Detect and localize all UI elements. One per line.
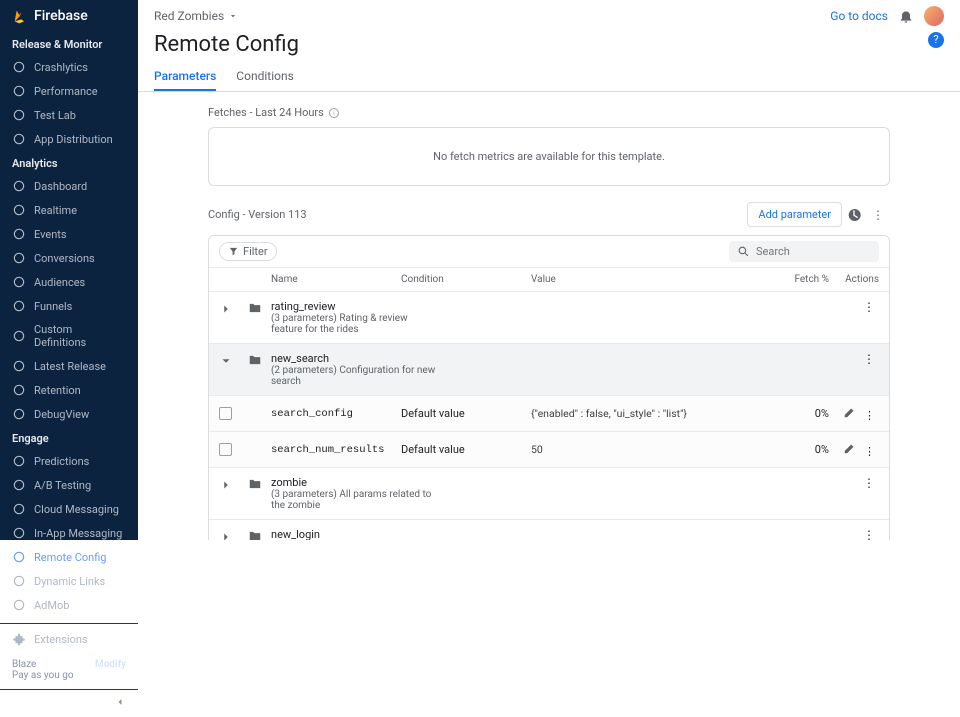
chevron-down-icon (228, 11, 238, 21)
group-row[interactable]: new_search(2 parameters) Configuration f… (209, 344, 889, 396)
sidebar-collapse[interactable] (0, 689, 138, 717)
param-checkbox[interactable] (219, 407, 232, 420)
brand-name: Firebase (34, 8, 88, 24)
puzzle-icon (12, 632, 26, 646)
content: Fetches - Last 24 Hours i No fetch metri… (138, 92, 960, 540)
param-checkbox[interactable] (219, 443, 232, 456)
edit-icon[interactable] (843, 405, 857, 419)
history-icon (846, 207, 862, 223)
sidebar-item-extensions[interactable]: Extensions (0, 623, 138, 651)
config-menu[interactable]: ⋮ (866, 203, 890, 227)
plan-footer: Blaze Modify Pay as you go (0, 651, 138, 689)
sidebar-section-release: Release & Monitor (0, 32, 138, 55)
chevron-left-icon (114, 696, 126, 708)
avatar[interactable] (924, 6, 944, 26)
chevron-down-icon[interactable] (219, 354, 233, 368)
params-table: Filter Name Condition Value Fetch % Acti… (208, 235, 890, 540)
help-icon[interactable]: ? (928, 32, 944, 48)
sidebar-item-predictions[interactable]: Predictions (0, 449, 138, 473)
folder-icon (247, 301, 263, 315)
tab-parameters[interactable]: Parameters (154, 63, 216, 91)
sidebar-item-app-distribution[interactable]: App Distribution (0, 127, 138, 151)
sidebar-item-test-lab[interactable]: Test Lab (0, 103, 138, 127)
add-parameter-button[interactable]: Add parameter (747, 202, 842, 227)
sidebar-item-admob[interactable]: AdMob (0, 593, 138, 617)
docs-link[interactable]: Go to docs (830, 9, 888, 23)
sidebar-item-custom-definitions[interactable]: Custom Definitions (0, 318, 138, 354)
metrics-card: No fetch metrics are available for this … (208, 127, 890, 186)
tabs: Parameters Conditions (138, 63, 960, 92)
group-menu[interactable]: ⋮ (859, 352, 879, 366)
folder-icon (247, 353, 263, 367)
info-icon[interactable]: i (328, 107, 340, 119)
sidebar-item-crashlytics[interactable]: Crashlytics (0, 55, 138, 79)
modify-plan[interactable]: Modify (95, 659, 126, 670)
project-selector[interactable]: Red Zombies (154, 9, 238, 23)
group-row[interactable]: new_login(3 parameters) All params relat… (209, 520, 889, 540)
sidebar-item-events[interactable]: Events (0, 222, 138, 246)
firebase-icon (12, 8, 28, 24)
table-header: Name Condition Value Fetch % Actions (209, 268, 889, 292)
topbar: Red Zombies Go to docs (138, 0, 960, 32)
param-row: search_num_resultsDefault value500% ⋮ (209, 432, 889, 468)
search-box[interactable] (729, 241, 879, 262)
group-row[interactable]: rating_review(3 parameters) Rating & rev… (209, 292, 889, 344)
filter-icon (228, 246, 239, 257)
filter-chip[interactable]: Filter (219, 242, 277, 261)
sidebar-item-audiences[interactable]: Audiences (0, 270, 138, 294)
chevron-right-icon[interactable] (219, 530, 233, 540)
search-input[interactable] (756, 245, 866, 258)
sidebar-section-analytics: Analytics (0, 151, 138, 174)
sidebar-item-conversions[interactable]: Conversions (0, 246, 138, 270)
svg-text:i: i (333, 110, 335, 117)
sidebar-item-latest-release[interactable]: Latest Release (0, 354, 138, 378)
sidebar-item-a-b-testing[interactable]: A/B Testing (0, 473, 138, 497)
folder-icon (247, 477, 263, 491)
main: Red Zombies Go to docs Remote Config Par… (138, 0, 960, 540)
group-row[interactable]: zombie(3 parameters) All params related … (209, 468, 889, 520)
sidebar-item-dashboard[interactable]: Dashboard (0, 174, 138, 198)
edit-icon[interactable] (843, 441, 857, 455)
sidebar-item-retention[interactable]: Retention (0, 378, 138, 402)
group-menu[interactable]: ⋮ (859, 528, 879, 540)
folder-icon (247, 529, 263, 540)
sidebar-item-performance[interactable]: Performance (0, 79, 138, 103)
sidebar-item-in-app-messaging[interactable]: In-App Messaging (0, 521, 138, 545)
brand-logo[interactable]: Firebase (0, 0, 138, 32)
sidebar-item-remote-config[interactable]: Remote Config (0, 545, 138, 569)
param-row: search_configDefault value{"enabled" : f… (209, 396, 889, 432)
sidebar-item-dynamic-links[interactable]: Dynamic Links (0, 569, 138, 593)
chevron-right-icon[interactable] (219, 478, 233, 492)
tab-conditions[interactable]: Conditions (236, 63, 293, 91)
param-menu[interactable]: ⋮ (860, 409, 879, 422)
chevron-right-icon[interactable] (219, 302, 233, 316)
group-menu[interactable]: ⋮ (859, 476, 879, 490)
sidebar-item-debugview[interactable]: DebugView (0, 402, 138, 426)
page-title: Remote Config (138, 32, 960, 63)
group-menu[interactable]: ⋮ (859, 300, 879, 314)
fetches-label: Fetches - Last 24 Hours i (208, 106, 890, 119)
sidebar-item-realtime[interactable]: Realtime (0, 198, 138, 222)
config-version: Config - Version 113 (208, 208, 307, 221)
sidebar-item-funnels[interactable]: Funnels (0, 294, 138, 318)
param-menu[interactable]: ⋮ (860, 445, 879, 458)
sidebar-section-engage: Engage (0, 426, 138, 449)
search-icon (737, 245, 750, 258)
bell-icon[interactable] (898, 8, 914, 24)
sidebar-item-cloud-messaging[interactable]: Cloud Messaging (0, 497, 138, 521)
history-button[interactable] (842, 203, 866, 227)
sidebar: Firebase Release & Monitor CrashlyticsPe… (0, 0, 138, 540)
